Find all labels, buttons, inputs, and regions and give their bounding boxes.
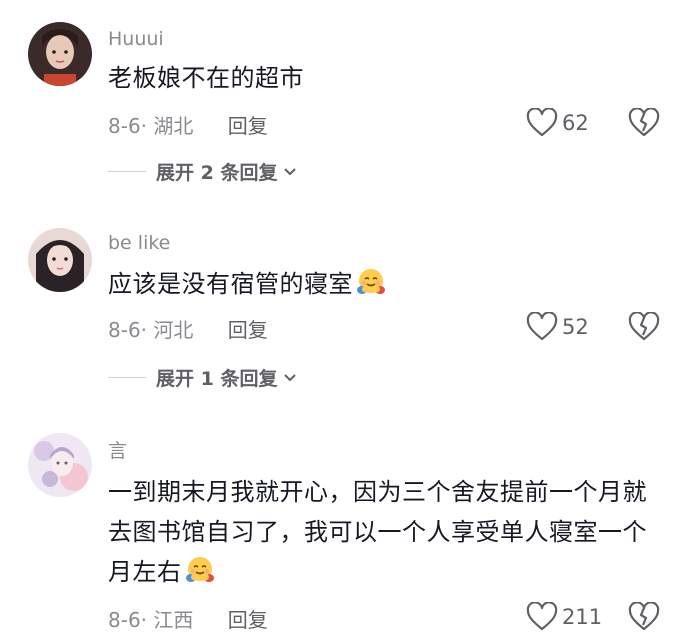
reply-button[interactable]: 回复 bbox=[228, 318, 268, 342]
hugging-face-emoji bbox=[185, 557, 214, 582]
like-count: 211 bbox=[562, 605, 603, 629]
avatar[interactable] bbox=[28, 228, 92, 292]
comment-meta: 8-6· 湖北 回复 bbox=[108, 110, 268, 139]
reply-button[interactable]: 回复 bbox=[228, 114, 268, 138]
broken-heart-icon bbox=[628, 601, 660, 631]
like-button[interactable]: 52 bbox=[526, 312, 589, 342]
like-count: 52 bbox=[562, 315, 589, 339]
username[interactable]: 言 bbox=[108, 436, 127, 463]
dislike-button[interactable] bbox=[628, 107, 660, 142]
expand-label: 展开 1 条回复 bbox=[156, 368, 278, 390]
date-location: 8-6· 湖北 bbox=[108, 114, 194, 138]
chevron-down-icon bbox=[284, 373, 297, 381]
username[interactable]: Huuui bbox=[108, 28, 164, 50]
avatar[interactable] bbox=[28, 22, 92, 86]
heart-icon bbox=[526, 602, 558, 631]
heart-icon bbox=[526, 312, 558, 341]
like-button[interactable]: 211 bbox=[526, 602, 602, 632]
expand-replies-button[interactable]: 展开 2 条回复 bbox=[108, 158, 297, 185]
like-button[interactable]: 62 bbox=[526, 108, 589, 138]
comment-meta: 8-6· 江西 回复 bbox=[108, 604, 268, 633]
broken-heart-icon bbox=[628, 107, 660, 137]
expand-label: 展开 2 条回复 bbox=[156, 162, 278, 184]
dislike-button[interactable] bbox=[628, 601, 660, 636]
divider-line bbox=[108, 377, 146, 378]
date-location: 8-6· 江西 bbox=[108, 608, 194, 632]
comment-text-content: 应该是没有宿管的寝室 bbox=[108, 270, 353, 298]
comment-text: 应该是没有宿管的寝室 bbox=[108, 264, 668, 304]
dislike-button[interactable] bbox=[628, 311, 660, 346]
comment-text: 一到期末月我就开心，因为三个舍友提前一个月就去图书馆自习了，我可以一个人享受单人… bbox=[108, 472, 656, 592]
expand-replies-button[interactable]: 展开 1 条回复 bbox=[108, 364, 297, 391]
broken-heart-icon bbox=[628, 311, 660, 341]
divider-line bbox=[108, 171, 146, 172]
hugging-face-emoji bbox=[357, 269, 385, 294]
avatar[interactable] bbox=[28, 433, 92, 497]
date-location: 8-6· 河北 bbox=[108, 318, 194, 342]
like-count: 62 bbox=[562, 111, 589, 135]
chevron-down-icon bbox=[284, 167, 297, 175]
heart-icon bbox=[526, 108, 558, 137]
comment-text: 老板娘不在的超市 bbox=[108, 64, 304, 92]
username[interactable]: be like bbox=[108, 232, 170, 254]
reply-button[interactable]: 回复 bbox=[228, 608, 268, 632]
comment-meta: 8-6· 河北 回复 bbox=[108, 314, 268, 343]
